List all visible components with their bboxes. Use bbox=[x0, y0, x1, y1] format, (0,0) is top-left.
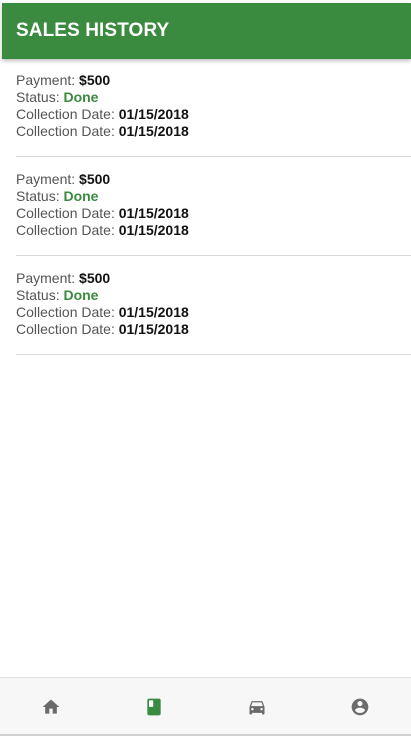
account-icon bbox=[351, 698, 368, 715]
collection-date-value: 01/15/2018 bbox=[118, 123, 189, 139]
collection-date-value: 01/15/2018 bbox=[118, 222, 189, 238]
collection-date-line: Collection Date: 01/15/2018 bbox=[16, 123, 411, 140]
status-label: Status: bbox=[16, 287, 64, 303]
collection-date-value: 01/15/2018 bbox=[118, 205, 189, 221]
page-title: SALES HISTORY bbox=[16, 20, 170, 41]
payment-value: $500 bbox=[79, 171, 111, 187]
status-value: Done bbox=[63, 287, 99, 303]
nav-item-account[interactable] bbox=[308, 678, 411, 735]
sales-record[interactable]: Payment: $500 Status: Done Collection Da… bbox=[16, 72, 411, 157]
collection-date-line: Collection Date: 01/15/2018 bbox=[16, 106, 411, 123]
collection-date-label: Collection Date: bbox=[16, 304, 119, 320]
payment-line: Payment: $500 bbox=[16, 72, 411, 89]
status-value: Done bbox=[63, 89, 99, 105]
payment-label: Payment: bbox=[16, 270, 80, 286]
sales-history-list: Payment: $500 Status: Done Collection Da… bbox=[16, 72, 411, 369]
nav-item-home[interactable] bbox=[0, 678, 103, 735]
collection-date-label: Collection Date: bbox=[16, 222, 119, 238]
payment-line: Payment: $500 bbox=[16, 171, 411, 188]
status-label: Status: bbox=[16, 188, 64, 204]
collection-date-label: Collection Date: bbox=[16, 205, 119, 221]
sales-record[interactable]: Payment: $500 Status: Done Collection Da… bbox=[16, 270, 411, 355]
collection-date-value: 01/15/2018 bbox=[118, 321, 189, 337]
collection-date-line: Collection Date: 01/15/2018 bbox=[16, 304, 411, 321]
sales-record[interactable]: Payment: $500 Status: Done Collection Da… bbox=[16, 171, 411, 256]
status-value: Done bbox=[63, 188, 99, 204]
payment-label: Payment: bbox=[16, 171, 80, 187]
collection-date-value: 01/15/2018 bbox=[118, 106, 189, 122]
status-label: Status: bbox=[16, 89, 64, 105]
book-icon bbox=[147, 698, 161, 715]
payment-value: $500 bbox=[79, 270, 111, 286]
payment-value: $500 bbox=[79, 72, 111, 88]
collection-date-line: Collection Date: 01/15/2018 bbox=[16, 205, 411, 222]
app-bar: SALES HISTORY bbox=[2, 3, 411, 59]
collection-date-line: Collection Date: 01/15/2018 bbox=[16, 321, 411, 338]
collection-date-label: Collection Date: bbox=[16, 106, 119, 122]
bottom-navigation bbox=[0, 677, 411, 735]
payment-label: Payment: bbox=[16, 72, 80, 88]
payment-line: Payment: $500 bbox=[16, 270, 411, 287]
status-line: Status: Done bbox=[16, 89, 411, 106]
home-icon bbox=[43, 699, 60, 714]
status-line: Status: Done bbox=[16, 287, 411, 304]
car-icon bbox=[249, 700, 265, 714]
collection-date-label: Collection Date: bbox=[16, 321, 119, 337]
collection-date-label: Collection Date: bbox=[16, 123, 119, 139]
status-line: Status: Done bbox=[16, 188, 411, 205]
collection-date-line: Collection Date: 01/15/2018 bbox=[16, 222, 411, 239]
nav-item-history[interactable] bbox=[103, 678, 206, 735]
nav-item-vehicle[interactable] bbox=[206, 678, 309, 735]
collection-date-value: 01/15/2018 bbox=[118, 304, 189, 320]
